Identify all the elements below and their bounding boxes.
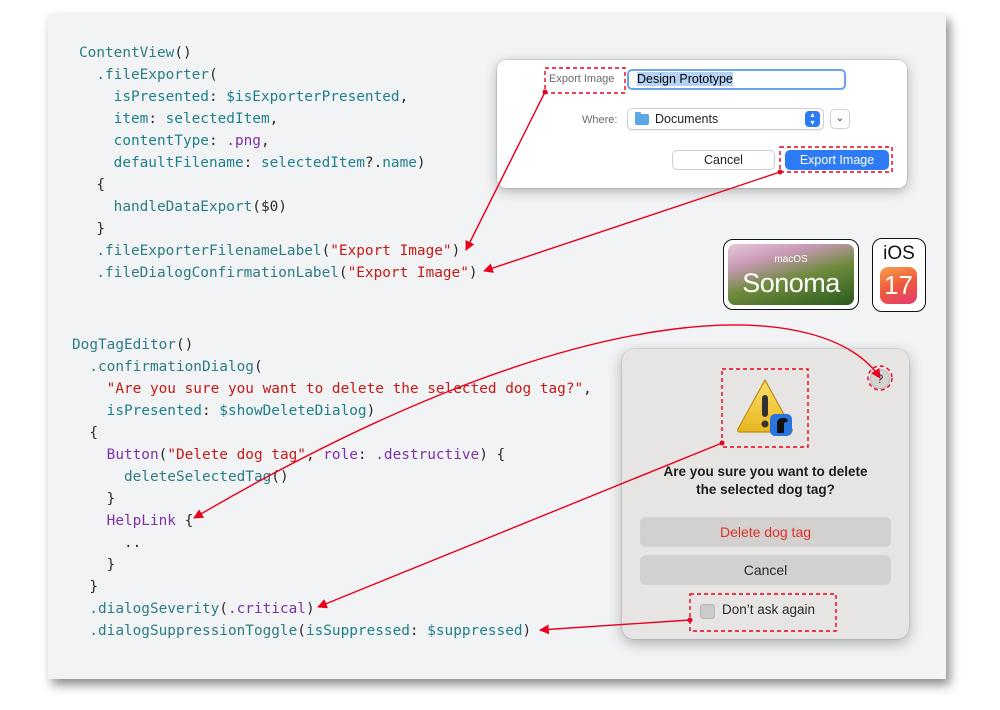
expand-button[interactable]: ⌄ [830,109,850,129]
dont-ask-again-label: Don’t ask again [722,602,816,617]
folder-icon [635,112,649,125]
code-block-file-exporter: ContentView() .fileExporter( isPresented… [79,42,478,284]
code-line: { [96,177,105,193]
ios-tile: 17 [880,267,917,304]
code-line: .confirmationDialog( [89,359,263,375]
code-line: defaultFilename: selectedItem?.name) [113,155,426,171]
cancel-button[interactable]: Cancel [672,150,775,170]
where-label: Where: [582,114,618,126]
code-line: isPresented: $isExporterPresented, [113,89,409,105]
ios-label: iOS [883,243,915,264]
filename-value: Design Prototype [637,72,733,86]
code-line: ContentView() [79,45,192,61]
macos-sonoma-badge: macOS Sonoma [723,239,859,310]
cancel-button[interactable]: Cancel [640,555,891,585]
export-image-button[interactable]: Export Image [785,150,889,170]
code-block-confirmation-dialog: DogTagEditor() .confirmationDialog( "Are… [72,334,592,642]
code-line: handleDataExport($0) [113,199,287,215]
code-line: item: selectedItem, [113,111,279,127]
where-value: Documents [655,112,719,126]
code-line: } [89,579,98,595]
code-line: .. [123,535,142,551]
code-line: isPresented: $showDeleteDialog) [106,403,376,419]
code-line: deleteSelectedTag() [123,469,289,485]
warning-svg [737,379,793,436]
warning-triangle-icon [734,377,796,437]
code-line: } [106,491,116,507]
up-down-chevron-icon: ▴ ▾ [805,111,820,127]
code-line: .fileExporterFilenameLabel("Export Image… [96,243,461,259]
help-button[interactable]: ? [870,369,890,389]
filename-label: Export Image [549,73,615,85]
confirmation-dialog: ? Are you sure you want to delete the se… [622,349,909,639]
code-line: DogTagEditor() [72,337,194,353]
delete-dog-tag-button[interactable]: Delete dog tag [640,517,891,547]
dialog-title-line: Are you sure you want to delete [663,464,868,479]
dialog-title-line: the selected dog tag? [696,482,835,497]
ios-17-badge: iOS 17 [872,238,926,312]
code-line: .dialogSeverity(.critical) [89,601,315,617]
code-line: .dialogSuppressionToggle(isSuppressed: $… [89,623,532,639]
code-line: Button("Delete dog tag", role: .destruct… [106,447,506,463]
code-line: .fileExporter( [96,67,218,83]
code-line: contentType: .png, [113,133,270,149]
sonoma-wallpaper: macOS Sonoma [728,244,854,305]
dialog-title: Are you sure you want to delete the sele… [622,463,909,499]
export-dialog: Export Image Design Prototype Where: Doc… [497,60,907,188]
filename-field[interactable]: Design Prototype [627,69,846,90]
code-line: "Are you sure you want to delete the sel… [106,381,592,397]
dont-ask-again-checkbox[interactable] [700,604,715,619]
sonoma-label: Sonoma [742,268,840,298]
where-select[interactable]: Documents ▴ ▾ [627,108,824,130]
code-line: .fileDialogConfirmationLabel("Export Ima… [96,265,478,281]
code-line: { [89,425,98,441]
code-line: HelpLink { [106,513,194,529]
chevron-down-icon: ⌄ [835,113,845,124]
macos-label: macOS [774,254,808,265]
ios-version: 17 [884,270,913,300]
code-line: } [96,221,105,237]
code-line: } [106,557,116,573]
